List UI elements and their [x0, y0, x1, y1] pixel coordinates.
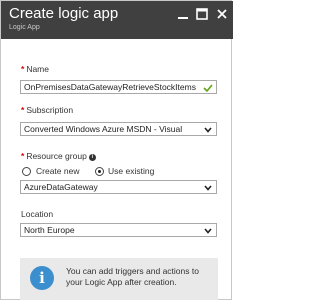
required-marker: * — [21, 151, 25, 161]
blade-subtitle: Logic App — [9, 24, 40, 31]
close-icon[interactable] — [215, 7, 229, 21]
radio-create-new[interactable] — [22, 167, 31, 176]
location-select-value: North Europe — [24, 225, 75, 235]
info-message-text: You can add triggers and actions to your… — [66, 266, 199, 287]
radio-create-new-label[interactable]: Create new — [36, 166, 79, 176]
name-label-text: Name — [26, 64, 49, 74]
info-icon: i — [30, 266, 54, 290]
checkmark-icon — [203, 84, 213, 93]
radio-use-existing-label[interactable]: Use existing — [108, 166, 154, 176]
blade-title: Create logic app — [9, 5, 119, 22]
subscription-select-value: Converted Windows Azure MSDN - Visual — [24, 124, 183, 134]
location-label: Location — [21, 209, 54, 219]
required-marker: * — [21, 105, 25, 115]
chevron-down-icon — [204, 185, 212, 191]
blade-header: Create logic app Logic App — [1, 1, 233, 39]
create-logic-app-blade: Create logic app Logic App * Name OnPremi… — [0, 0, 233, 300]
resource-group-select-value: AzureDataGateway — [24, 182, 98, 192]
maximize-icon[interactable] — [195, 7, 209, 21]
name-input[interactable]: OnPremisesDataGatewayRetrieveStockItems — [20, 80, 217, 94]
info-message: i You can add triggers and actions to yo… — [20, 258, 218, 300]
subscription-label-text: Subscription — [26, 105, 74, 115]
resource-group-label-text: Resource group — [26, 151, 87, 161]
required-marker: * — [21, 64, 25, 74]
name-label: * Name — [21, 64, 49, 74]
info-icon[interactable]: i — [88, 154, 96, 161]
chevron-down-icon — [204, 127, 212, 133]
name-input-value: OnPremisesDataGatewayRetrieveStockItems — [24, 82, 196, 92]
subscription-label: * Subscription — [21, 105, 73, 115]
resource-group-label: * Resource group i — [21, 151, 96, 161]
location-select[interactable]: North Europe — [20, 223, 217, 237]
subscription-select[interactable]: Converted Windows Azure MSDN - Visual — [20, 122, 217, 136]
resource-group-select[interactable]: AzureDataGateway — [20, 180, 217, 194]
radio-use-existing[interactable] — [95, 167, 104, 176]
minimize-icon[interactable] — [176, 7, 190, 21]
chevron-down-icon — [204, 228, 212, 234]
